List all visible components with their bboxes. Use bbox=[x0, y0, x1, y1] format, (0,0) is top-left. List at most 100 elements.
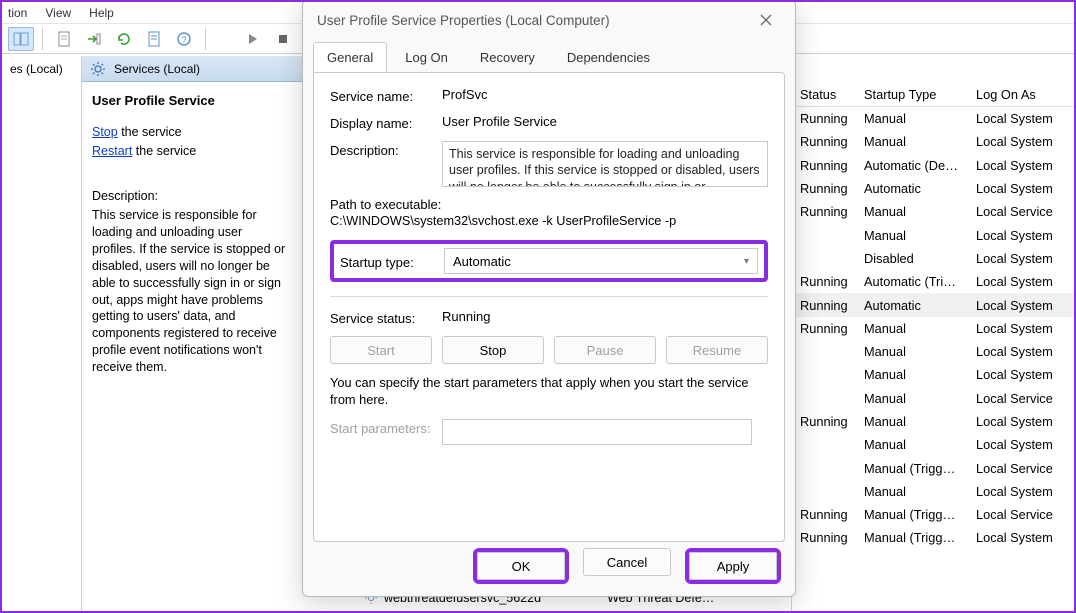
cell-startup: Manual bbox=[856, 228, 968, 243]
table-row[interactable]: RunningManualLocal System bbox=[792, 130, 1074, 153]
dialog-title: User Profile Service Properties (Local C… bbox=[317, 13, 610, 28]
toolbar-export-icon[interactable] bbox=[81, 27, 107, 51]
cell-startup: Disabled bbox=[856, 251, 968, 266]
resume-button[interactable]: Resume bbox=[666, 336, 768, 364]
table-row[interactable]: ManualLocal System bbox=[792, 340, 1074, 363]
cell-startup: Automatic (De… bbox=[856, 158, 968, 173]
dialog-tabs: General Log On Recovery Dependencies bbox=[303, 42, 795, 72]
cell-startup: Manual bbox=[856, 414, 968, 429]
menu-view[interactable]: View bbox=[45, 6, 71, 20]
menu-action[interactable]: tion bbox=[8, 6, 27, 20]
service-status-value: Running bbox=[442, 309, 768, 324]
restart-suffix: the service bbox=[132, 144, 196, 158]
toolbar-refresh-icon[interactable] bbox=[111, 27, 137, 51]
restart-link[interactable]: Restart bbox=[92, 144, 132, 158]
table-row[interactable]: ManualLocal Service bbox=[792, 387, 1074, 410]
service-status-label: Service status: bbox=[330, 309, 442, 326]
cell-logon: Local Service bbox=[968, 461, 1074, 476]
col-status[interactable]: Status bbox=[792, 87, 856, 102]
table-row[interactable]: RunningAutomaticLocal System bbox=[792, 293, 1074, 316]
toolbar-help-icon[interactable]: ? bbox=[171, 27, 197, 51]
cell-startup: Manual (Trigg… bbox=[856, 530, 968, 545]
grid-header-row: Status Startup Type Log On As bbox=[792, 82, 1074, 107]
table-row[interactable]: RunningManualLocal System bbox=[792, 317, 1074, 340]
svg-text:?: ? bbox=[181, 35, 186, 45]
detail-desc-heading: Description: bbox=[92, 188, 288, 205]
cell-logon: Local System bbox=[968, 344, 1074, 359]
table-row[interactable]: RunningAutomatic (De…Local System bbox=[792, 154, 1074, 177]
cell-logon: Local System bbox=[968, 181, 1074, 196]
cell-startup: Manual bbox=[856, 134, 968, 149]
table-row[interactable]: RunningManual (Trigg…Local Service bbox=[792, 503, 1074, 526]
cell-logon: Local System bbox=[968, 484, 1074, 499]
apply-button[interactable]: Apply bbox=[689, 552, 777, 580]
cancel-button[interactable]: Cancel bbox=[583, 548, 671, 576]
table-row[interactable]: DisabledLocal System bbox=[792, 247, 1074, 270]
table-row[interactable]: ManualLocal System bbox=[792, 223, 1074, 246]
startup-type-highlight: Startup type: Automatic ▾ bbox=[330, 240, 768, 282]
startup-type-select[interactable]: Automatic ▾ bbox=[444, 248, 758, 274]
table-row[interactable]: ManualLocal System bbox=[792, 433, 1074, 456]
cell-startup: Manual bbox=[856, 204, 968, 219]
cell-logon: Local System bbox=[968, 530, 1074, 545]
detail-desc-body: This service is responsible for loading … bbox=[92, 207, 288, 376]
toolbar-properties-icon[interactable] bbox=[141, 27, 167, 51]
tree-services-local[interactable]: es (Local) bbox=[6, 60, 77, 78]
cell-status: Running bbox=[792, 134, 856, 149]
table-row[interactable]: RunningManualLocal System bbox=[792, 107, 1074, 130]
cell-status: Running bbox=[792, 298, 856, 313]
cell-logon: Local System bbox=[968, 111, 1074, 126]
table-row[interactable]: ManualLocal System bbox=[792, 363, 1074, 386]
description-box[interactable]: This service is responsible for loading … bbox=[442, 141, 768, 187]
properties-dialog: User Profile Service Properties (Local C… bbox=[302, 0, 796, 597]
service-name-label: Service name: bbox=[330, 87, 442, 104]
table-row[interactable]: RunningAutomatic (Tri…Local System bbox=[792, 270, 1074, 293]
cell-startup: Manual bbox=[856, 391, 968, 406]
dialog-actions: OK Cancel Apply bbox=[473, 548, 781, 584]
separator bbox=[330, 296, 768, 297]
table-row[interactable]: RunningManualLocal System bbox=[792, 410, 1074, 433]
cell-logon: Local Service bbox=[968, 507, 1074, 522]
cell-status: Running bbox=[792, 181, 856, 196]
stop-button[interactable]: Stop bbox=[442, 336, 544, 364]
toolbar-play-icon[interactable] bbox=[240, 27, 266, 51]
toolbar-window-icon[interactable] bbox=[8, 27, 34, 51]
toolbar-page-icon[interactable] bbox=[51, 27, 77, 51]
cell-status: Running bbox=[792, 111, 856, 126]
path-value: C:\WINDOWS\system32\svchost.exe -k UserP… bbox=[330, 214, 768, 228]
table-row[interactable]: RunningManual (Trigg…Local System bbox=[792, 526, 1074, 549]
toolbar-stop-icon[interactable] bbox=[270, 27, 296, 51]
apply-highlight: Apply bbox=[685, 548, 781, 584]
col-startup[interactable]: Startup Type bbox=[856, 87, 968, 102]
detail-panel: User Profile Service Stop the service Re… bbox=[82, 82, 298, 611]
pause-button[interactable]: Pause bbox=[554, 336, 656, 364]
tab-dependencies[interactable]: Dependencies bbox=[553, 42, 664, 72]
table-row[interactable]: ManualLocal System bbox=[792, 480, 1074, 503]
cell-status: Running bbox=[792, 158, 856, 173]
display-name-value: User Profile Service bbox=[442, 114, 768, 129]
chevron-down-icon: ▾ bbox=[744, 256, 749, 267]
start-button[interactable]: Start bbox=[330, 336, 432, 364]
tab-logon[interactable]: Log On bbox=[391, 42, 462, 72]
gear-icon bbox=[90, 61, 106, 77]
table-row[interactable]: Manual (Trigg…Local Service bbox=[792, 456, 1074, 479]
ok-button[interactable]: OK bbox=[477, 552, 565, 580]
stop-link[interactable]: Stop bbox=[92, 125, 118, 139]
table-row[interactable]: RunningAutomaticLocal System bbox=[792, 177, 1074, 200]
tab-general[interactable]: General bbox=[313, 42, 387, 72]
table-row[interactable]: RunningManualLocal Service bbox=[792, 200, 1074, 223]
cell-logon: Local System bbox=[968, 158, 1074, 173]
menu-help[interactable]: Help bbox=[89, 6, 114, 20]
cell-logon: Local System bbox=[968, 228, 1074, 243]
startup-type-value: Automatic bbox=[453, 254, 511, 269]
close-button[interactable] bbox=[751, 6, 781, 34]
cell-status: Running bbox=[792, 274, 856, 289]
cell-logon: Local System bbox=[968, 298, 1074, 313]
tab-recovery[interactable]: Recovery bbox=[466, 42, 549, 72]
cell-logon: Local System bbox=[968, 437, 1074, 452]
close-icon bbox=[760, 14, 772, 26]
cell-startup: Manual (Trigg… bbox=[856, 461, 968, 476]
col-logon[interactable]: Log On As bbox=[968, 87, 1074, 102]
start-params-input[interactable] bbox=[442, 419, 752, 445]
cell-status: Running bbox=[792, 530, 856, 545]
